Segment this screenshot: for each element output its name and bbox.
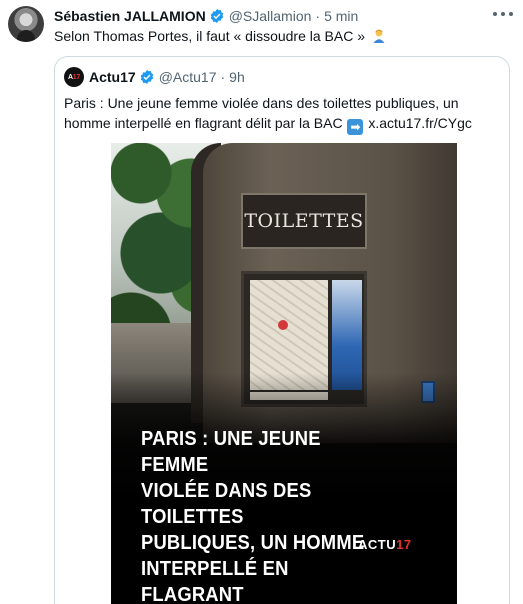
quoted-tweet[interactable]: A 17 Actu17 @Actu17 · 9h Paris : Une jeun… — [54, 56, 510, 604]
tweet-text-content: Selon Thomas Portes, il faut « dissoudre… — [54, 28, 366, 44]
quoted-media-image[interactable]: TOILETTES PARIS : UNE JEUNE FEMME VIOLÉE… — [111, 143, 457, 604]
brand-word: ACTU — [358, 537, 397, 552]
actu17-logo-number: 17 — [72, 73, 80, 81]
author-name[interactable]: Sébastien JALLAMION — [54, 8, 206, 24]
separator-dot: · — [220, 69, 226, 85]
quoted-author-name[interactable]: Actu17 — [89, 69, 136, 85]
tweet-timestamp[interactable]: 5 min — [324, 8, 358, 24]
media-headline: PARIS : UNE JEUNE FEMME VIOLÉE DANS DES … — [141, 428, 365, 604]
verified-badge-icon — [210, 9, 223, 23]
right-arrow-emoji-icon: ➡ — [347, 119, 364, 135]
author-avatar[interactable] — [8, 6, 44, 42]
author-handle[interactable]: @SJallamion — [229, 8, 312, 24]
tweet-text: Selon Thomas Portes, il faut « dissoudre… — [54, 28, 387, 44]
quoted-timestamp[interactable]: 9h — [229, 69, 245, 85]
more-options-icon[interactable] — [493, 6, 513, 22]
person-emoji-icon — [373, 29, 385, 43]
quoted-tweet-header: A 17 Actu17 @Actu17 · 9h — [64, 67, 245, 87]
brand-number: 17 — [396, 537, 412, 552]
separator-dot: · — [315, 8, 321, 24]
quoted-author-handle[interactable]: @Actu17 — [159, 69, 217, 85]
toilettes-sign: TOILETTES — [241, 193, 367, 249]
quoted-link[interactable]: x.actu17.fr/CYgc — [368, 115, 472, 131]
actu17-logo[interactable]: A 17 — [64, 67, 84, 87]
actu17-brand: ACTU17 — [358, 537, 412, 552]
tweet[interactable]: Sébastien JALLAMION @SJallamion · 5 min … — [0, 0, 523, 604]
verified-badge-icon — [140, 70, 153, 84]
tweet-header: Sébastien JALLAMION @SJallamion · 5 min — [54, 6, 358, 26]
quoted-tweet-text: Paris : Une jeune femme violée dans des … — [64, 93, 504, 135]
